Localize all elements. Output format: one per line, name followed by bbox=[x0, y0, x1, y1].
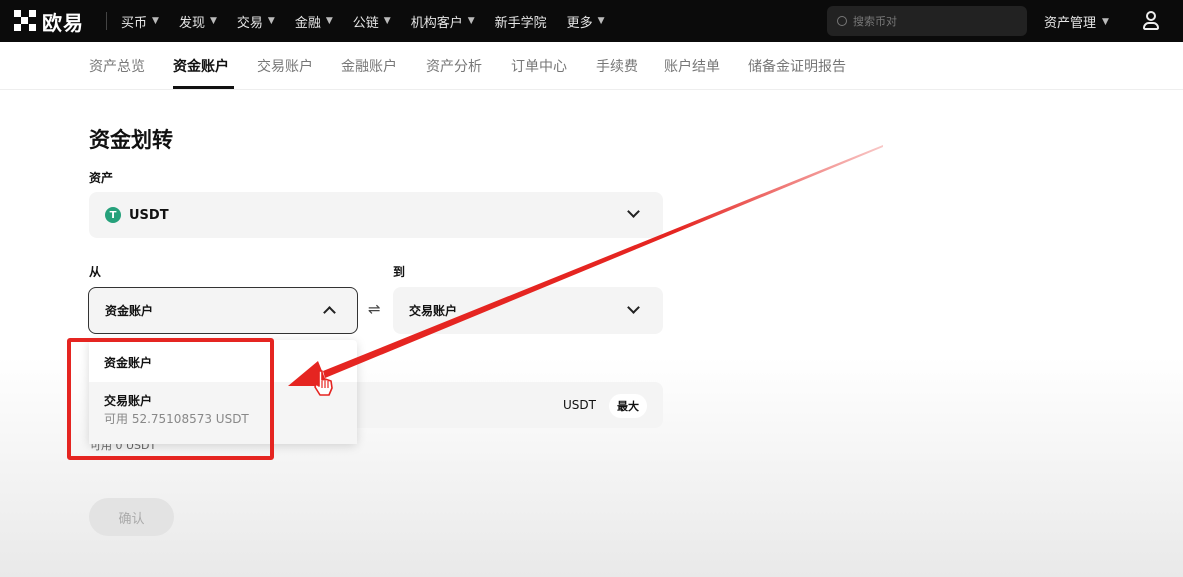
nav-item[interactable]: 机构客户 ▼ bbox=[411, 12, 475, 31]
tab-asset-overview[interactable]: 资产总览 bbox=[89, 56, 145, 76]
nav-item-label: 机构客户 bbox=[410, 15, 463, 31]
nav-item-label: 发现 bbox=[178, 15, 205, 31]
from-account-select[interactable]: 资金账户 bbox=[88, 287, 358, 334]
chevron-up-icon bbox=[323, 306, 336, 319]
logo[interactable]: 欧易 bbox=[14, 7, 84, 36]
chevron-down-icon: ▼ bbox=[152, 16, 159, 26]
chevron-down-icon: ▼ bbox=[325, 16, 333, 26]
usdt-coin-icon: T bbox=[105, 207, 121, 223]
logo-text: 欧易 bbox=[42, 10, 84, 35]
tab-asset-analysis[interactable]: 资产分析 bbox=[426, 56, 482, 76]
chevron-down-icon bbox=[627, 205, 640, 218]
nav-item-label: 买币 bbox=[121, 15, 148, 31]
top-nav: 欧易 买币 ▼ 发现 ▼ 交易 ▼ 金融 ▼ 公链 ▼ 机构客户 ▼ 新手学院 更多 ▼ 搜索币对 资产管理… bbox=[0, 0, 1183, 42]
chevron-down-icon: ▼ bbox=[1102, 16, 1109, 27]
nav-divider bbox=[106, 12, 107, 30]
nav-item[interactable]: 买币 ▼ bbox=[121, 12, 159, 31]
nav-item-label: 新手学院 bbox=[494, 15, 547, 31]
chevron-down-icon: ▼ bbox=[597, 16, 605, 26]
max-button[interactable]: 最大 bbox=[609, 394, 647, 418]
chevron-down-icon: ▼ bbox=[209, 16, 217, 26]
from-label: 从 bbox=[89, 265, 102, 279]
chevron-down-icon: ▼ bbox=[383, 16, 391, 26]
search-input[interactable]: 搜索币对 bbox=[827, 6, 1027, 36]
page-title: 资金划转 bbox=[89, 128, 173, 152]
tab-earn-account[interactable]: 金融账户 bbox=[341, 56, 397, 76]
asset-select[interactable]: T USDT bbox=[89, 192, 663, 238]
from-account-value: 资金账户 bbox=[105, 304, 154, 318]
active-tab-indicator bbox=[173, 86, 234, 89]
nav-item-label: 公链 bbox=[352, 15, 379, 31]
asset-value: USDT bbox=[129, 207, 169, 223]
account-subnav: 资产总览 资金账户 交易账户 金融账户 资产分析 订单中心 手续费 账户结单 储… bbox=[0, 42, 1183, 90]
nav-item[interactable]: 发现 ▼ bbox=[179, 12, 217, 31]
to-account-value: 交易账户 bbox=[409, 304, 458, 318]
user-icon[interactable] bbox=[1141, 10, 1161, 32]
chevron-down-icon: ▼ bbox=[467, 16, 475, 26]
to-account-select[interactable]: 交易账户 bbox=[393, 287, 663, 334]
chevron-down-icon bbox=[627, 301, 640, 314]
chevron-down-icon: ▼ bbox=[267, 16, 275, 26]
nav-item-label: 金融 bbox=[294, 15, 321, 31]
to-label: 到 bbox=[393, 265, 406, 279]
nav-item[interactable]: 公链 ▼ bbox=[353, 12, 391, 31]
tab-fees[interactable]: 手续费 bbox=[596, 56, 638, 76]
tab-funding-account[interactable]: 资金账户 bbox=[173, 56, 229, 76]
search-placeholder: 搜索币对 bbox=[853, 15, 897, 28]
amount-unit: USDT bbox=[563, 398, 596, 412]
swap-icon[interactable]: ⇌ bbox=[368, 300, 381, 318]
asset-management-label: 资产管理 bbox=[1044, 16, 1097, 31]
tab-trading-account[interactable]: 交易账户 bbox=[257, 56, 313, 76]
nav-item[interactable]: 金融 ▼ bbox=[295, 12, 333, 31]
annotation-highlight-box bbox=[67, 338, 274, 460]
nav-item[interactable]: 新手学院 bbox=[495, 12, 547, 31]
okx-logo-icon bbox=[14, 10, 36, 32]
tab-statements[interactable]: 账户结单 bbox=[664, 56, 720, 76]
tab-proof-of-reserves[interactable]: 储备金证明报告 bbox=[748, 56, 846, 76]
nav-item-label: 交易 bbox=[236, 15, 263, 31]
confirm-button[interactable]: 确认 bbox=[89, 498, 174, 536]
nav-item[interactable]: 更多 ▼ bbox=[567, 12, 605, 31]
asset-management-menu[interactable]: 资产管理 ▼ bbox=[1044, 12, 1109, 31]
tab-order-center[interactable]: 订单中心 bbox=[511, 56, 567, 76]
nav-menu: 买币 ▼ 发现 ▼ 交易 ▼ 金融 ▼ 公链 ▼ 机构客户 ▼ 新手学院 更多 ▼ bbox=[121, 12, 625, 31]
nav-item-label: 更多 bbox=[566, 15, 593, 31]
hand-cursor-icon bbox=[314, 370, 333, 396]
nav-item[interactable]: 交易 ▼ bbox=[237, 12, 275, 31]
asset-label: 资产 bbox=[89, 171, 114, 185]
search-icon bbox=[837, 16, 847, 26]
